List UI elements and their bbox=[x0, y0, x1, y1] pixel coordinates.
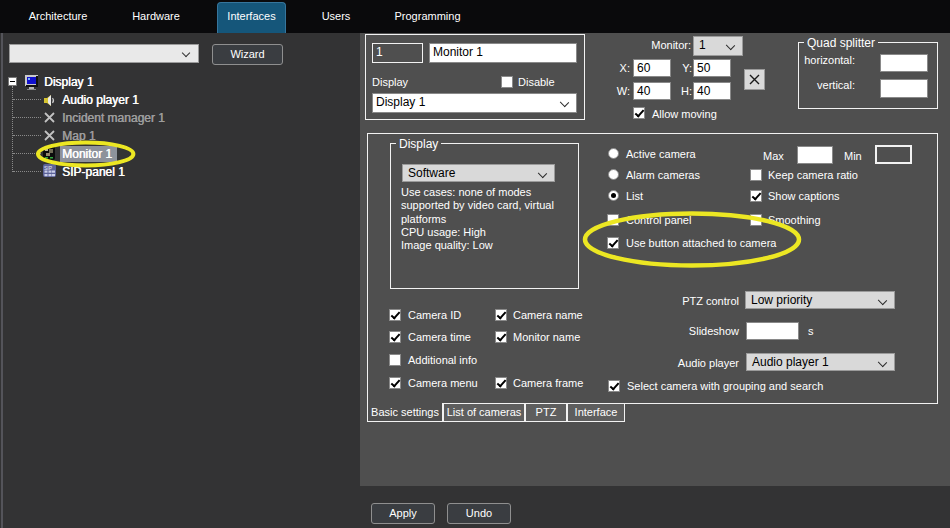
svg-text:SIP: SIP bbox=[44, 165, 53, 171]
